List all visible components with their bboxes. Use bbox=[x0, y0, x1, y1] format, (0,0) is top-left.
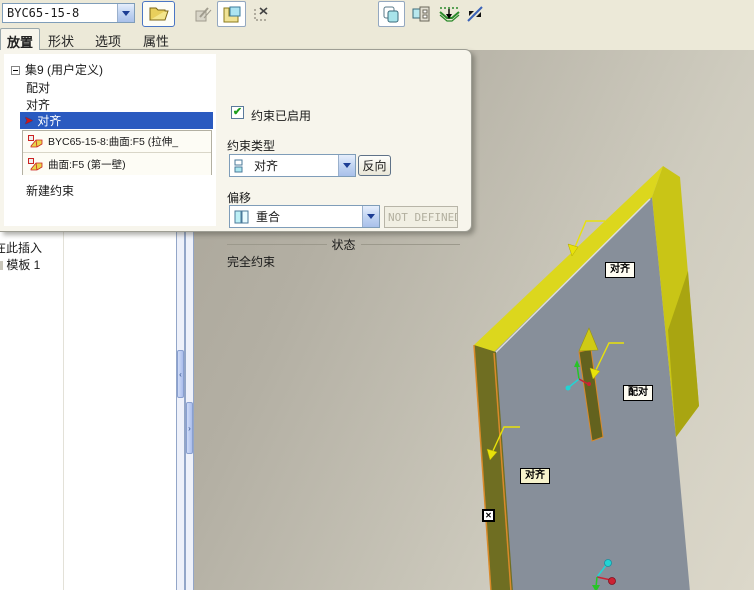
selected-constraint-label: 对齐 bbox=[37, 114, 62, 128]
constraint-row-mate[interactable]: 配对 bbox=[26, 79, 50, 96]
chevron-down-icon[interactable] bbox=[362, 206, 379, 227]
reference-label: BYC65-15-8:曲面:F5 (拉伸_ bbox=[48, 136, 179, 148]
datum-toggle-button[interactable] bbox=[463, 1, 487, 27]
annotation-mate[interactable]: 配对 bbox=[623, 385, 653, 401]
annotation-align-top[interactable]: 对齐 bbox=[605, 262, 635, 278]
placement-panel-icon bbox=[223, 6, 240, 22]
surface-ref-icon bbox=[28, 157, 43, 170]
reference-list[interactable]: BYC65-15-8:曲面:F5 (拉伸_ 曲面:F5 (第一壁) bbox=[22, 130, 212, 175]
offset-state-combo-disabled: NOT DEFINED bbox=[384, 206, 458, 228]
tree-item-template[interactable]: 模板 1 bbox=[0, 256, 40, 273]
tree-column-divider bbox=[63, 232, 64, 590]
reference-row-1[interactable]: BYC65-15-8:曲面:F5 (拉伸_ bbox=[23, 131, 211, 153]
model-selector-combo[interactable]: BYC65-15-8 bbox=[2, 3, 135, 23]
constraint-set-row[interactable]: 集9 (用户定义) bbox=[11, 61, 103, 78]
model-selector-value: BYC65-15-8 bbox=[7, 6, 80, 20]
datum-toggle-icon bbox=[467, 6, 483, 22]
constraint-tree[interactable]: 集9 (用户定义) 配对 对齐 ➤ 对齐 BYC65-15-8:曲面:F5 (拉… bbox=[4, 54, 216, 226]
tab-shape[interactable]: 形状 bbox=[42, 28, 80, 50]
assembly-window-icon bbox=[412, 6, 429, 22]
broken-constraint-marker[interactable]: ✕ bbox=[482, 509, 495, 522]
annotation-align-left[interactable]: 对齐 bbox=[520, 468, 550, 484]
panel-tabbar: 放置 形状 选项 属性 bbox=[0, 28, 754, 50]
top-toolbar: BYC65-15-8 bbox=[0, 0, 754, 28]
edit-definition-button-disabled bbox=[190, 1, 216, 27]
separate-window-button[interactable] bbox=[378, 1, 405, 27]
edit-definition-icon bbox=[195, 7, 212, 22]
offset-state-value: NOT DEFINED bbox=[388, 210, 458, 224]
constraint-row-align1[interactable]: 对齐 bbox=[26, 96, 50, 113]
sash-left[interactable]: ‹ bbox=[176, 232, 185, 590]
placement-panel-button[interactable] bbox=[217, 1, 246, 27]
status-value: 完全约束 bbox=[227, 255, 276, 269]
status-section-divider: 状态 bbox=[227, 237, 461, 252]
collapse-right-handle[interactable]: › bbox=[186, 402, 193, 454]
drag-snap-icon bbox=[439, 7, 460, 22]
remove-target-icon bbox=[254, 7, 268, 21]
placement-panel: 集9 (用户定义) 配对 对齐 ➤ 对齐 BYC65-15-8:曲面:F5 (拉… bbox=[0, 49, 472, 269]
chevron-down-icon[interactable] bbox=[338, 155, 355, 176]
folder-open-icon bbox=[148, 7, 169, 21]
coincident-offset-icon bbox=[234, 210, 249, 223]
align-constraint-icon bbox=[234, 159, 243, 172]
folder-open-button[interactable] bbox=[142, 1, 175, 27]
drag-snap-button[interactable] bbox=[436, 1, 463, 27]
constraint-row-align-selected[interactable]: ➤ 对齐 bbox=[20, 112, 213, 129]
offset-value: 重合 bbox=[256, 210, 281, 224]
constraint-set-label: 集9 (用户定义) bbox=[25, 63, 104, 77]
collapse-minus-icon[interactable] bbox=[11, 66, 20, 75]
constraint-enabled-checkbox[interactable]: ✔ bbox=[231, 106, 244, 119]
current-constraint-arrow-icon: ➤ bbox=[24, 115, 34, 127]
surface-ref-icon bbox=[28, 135, 43, 148]
tab-properties[interactable]: 属性 bbox=[137, 28, 175, 50]
constraint-type-combo[interactable]: 对齐 bbox=[229, 154, 356, 177]
separate-window-icon bbox=[383, 6, 399, 22]
remove-target-button-disabled bbox=[248, 1, 274, 27]
tree-item-label: 模板 1 bbox=[6, 258, 41, 272]
constraint-type-label: 约束类型 bbox=[227, 139, 276, 153]
collapse-left-handle[interactable]: ‹ bbox=[177, 350, 184, 398]
chevron-down-icon[interactable] bbox=[117, 4, 134, 22]
flip-button[interactable]: 反向 bbox=[358, 155, 391, 176]
status-section-label: 状态 bbox=[331, 237, 356, 252]
tree-node-icon bbox=[0, 261, 3, 270]
offset-label: 偏移 bbox=[227, 191, 252, 205]
model-tree-pane[interactable]: 在此插入 模板 1 bbox=[0, 232, 176, 590]
tab-placement[interactable]: 放置 bbox=[0, 28, 41, 50]
assembly-window-button[interactable] bbox=[408, 1, 433, 27]
tree-item-insert-here[interactable]: 在此插入 bbox=[0, 239, 42, 256]
constraint-type-value: 对齐 bbox=[254, 159, 279, 173]
reference-label: 曲面:F5 (第一壁) bbox=[48, 158, 126, 171]
offset-combo[interactable]: 重合 bbox=[229, 205, 380, 228]
tab-options[interactable]: 选项 bbox=[89, 28, 127, 50]
sash-right[interactable]: › bbox=[185, 232, 194, 590]
reference-row-2[interactable]: 曲面:F5 (第一壁) bbox=[23, 153, 211, 175]
new-constraint-link[interactable]: 新建约束 bbox=[26, 182, 74, 199]
constraint-enabled-label: 约束已启用 bbox=[251, 109, 312, 123]
